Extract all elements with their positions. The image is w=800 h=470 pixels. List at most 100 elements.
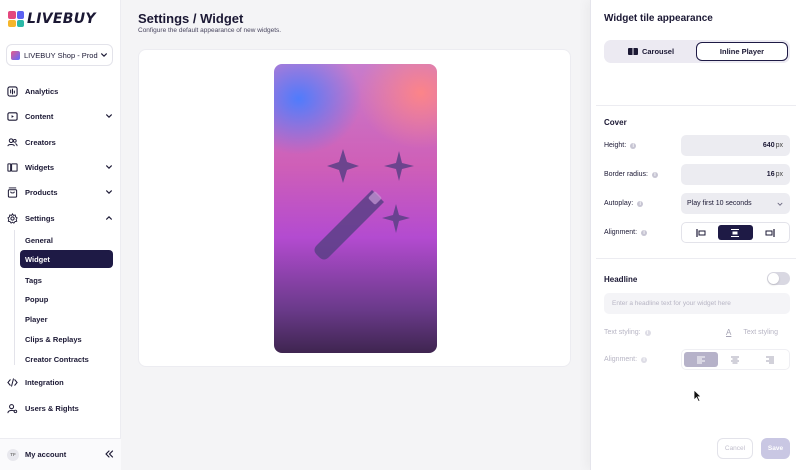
text-color-icon: A — [726, 328, 732, 337]
height-label-text: Height: — [604, 142, 627, 149]
subnav-player[interactable]: Player — [20, 310, 113, 328]
height-value: 640 — [762, 142, 775, 149]
text-styling-control[interactable]: A Text styling — [726, 328, 778, 337]
chevron-up-icon — [105, 214, 113, 222]
border-radius-unit: px — [775, 171, 783, 178]
logo-text: LIVEBUY — [27, 11, 96, 27]
nav-integration-label: Integration — [25, 377, 64, 387]
nav-content[interactable]: Content — [7, 108, 113, 124]
info-icon[interactable]: i — [630, 142, 637, 149]
nav-products-label: Products — [25, 187, 58, 197]
video-icon — [7, 111, 18, 122]
headline-alignment-group — [681, 349, 790, 370]
headline-toggle[interactable] — [767, 272, 790, 285]
info-icon[interactable]: i — [641, 229, 648, 236]
toggle-knob — [768, 273, 779, 284]
height-input[interactable]: 640 px — [681, 135, 790, 156]
nav-settings[interactable]: Settings — [7, 210, 113, 226]
divider — [596, 258, 796, 259]
cover-alignment-label: Alignment: i — [604, 229, 648, 236]
text-align-left-button[interactable] — [684, 352, 719, 367]
tab-carousel[interactable]: Carousel — [606, 42, 696, 61]
chevron-down-icon — [105, 163, 113, 171]
tab-inline-player[interactable]: Inline Player — [696, 42, 788, 61]
info-icon[interactable]: i — [644, 329, 651, 336]
account-label: My account — [25, 450, 67, 459]
chevron-down-icon — [776, 200, 784, 208]
save-button[interactable]: Save — [761, 438, 790, 459]
nav-creators[interactable]: Creators — [7, 134, 113, 150]
text-align-right-icon — [765, 356, 774, 363]
avatar: TF — [7, 448, 19, 461]
nav-widgets[interactable]: Widgets — [7, 159, 113, 175]
nav-settings-label: Settings — [25, 213, 55, 223]
headline-placeholder: Enter a headline text for your widget he… — [612, 300, 731, 307]
page-subtitle: Configure the default appearance of new … — [138, 27, 282, 34]
cover-section-title: Cover — [604, 118, 627, 127]
chevron-down-icon — [100, 51, 108, 59]
page-title: Settings / Widget — [138, 11, 244, 26]
tab-inline-player-label: Inline Player — [719, 47, 765, 56]
layout-tab-switch: Carousel Inline Player — [604, 40, 790, 63]
account-bar[interactable]: TF My account — [0, 438, 121, 470]
border-radius-label-text: Border radius: — [604, 171, 648, 178]
border-radius-label: Border radius: i — [604, 171, 658, 178]
subnav-popup[interactable]: Popup — [20, 290, 113, 308]
border-radius-value: 16 — [766, 171, 775, 178]
align-left-icon — [696, 228, 706, 237]
subnav-creator-contracts[interactable]: Creator Contracts — [20, 350, 113, 368]
mouse-cursor-icon — [693, 389, 702, 402]
text-align-left-icon — [697, 356, 706, 363]
cover-alignment-label-text: Alignment: — [604, 229, 638, 236]
subnav-widget[interactable]: Widget — [20, 250, 113, 268]
autoplay-select[interactable]: Play first 10 seconds — [681, 193, 790, 214]
cancel-button[interactable]: Cancel — [717, 438, 753, 459]
text-styling-label: Text styling: i — [604, 329, 651, 336]
text-align-center-button[interactable] — [718, 352, 752, 367]
align-center-button[interactable] — [718, 225, 753, 240]
subnav-tags[interactable]: Tags — [20, 271, 113, 289]
nav-analytics[interactable]: Analytics — [7, 83, 113, 99]
subnav-general[interactable]: General — [20, 231, 113, 249]
headline-input[interactable]: Enter a headline text for your widget he… — [604, 293, 790, 314]
text-styling-label-text: Text styling: — [604, 329, 641, 336]
align-center-icon — [731, 228, 740, 237]
align-right-button[interactable] — [753, 225, 787, 240]
nav-widgets-label: Widgets — [25, 162, 55, 172]
nav-users-rights-label: Users & Rights — [25, 403, 79, 413]
users-icon — [7, 137, 18, 148]
height-label: Height: i — [604, 142, 637, 149]
subnav-clips-replays[interactable]: Clips & Replays — [20, 330, 113, 348]
height-unit: px — [775, 142, 783, 149]
text-styling-value: Text styling — [743, 329, 778, 336]
collapse-sidebar-icon[interactable] — [104, 449, 114, 461]
border-radius-input[interactable]: 16 px — [681, 164, 790, 185]
nav-analytics-label: Analytics — [25, 86, 59, 96]
info-icon[interactable]: i — [641, 356, 648, 363]
submenu-guide-line — [14, 230, 15, 365]
code-icon — [7, 377, 18, 388]
nav-users-rights[interactable]: Users & Rights — [7, 400, 113, 416]
info-icon[interactable]: i — [651, 171, 658, 178]
divider — [596, 105, 796, 106]
nav-content-label: Content — [25, 111, 54, 121]
logo-mark-icon — [8, 11, 24, 27]
analytics-icon — [7, 85, 18, 97]
brand-logo[interactable]: LIVEBUY — [8, 10, 96, 28]
user-settings-icon — [7, 403, 18, 414]
info-icon[interactable]: i — [637, 200, 644, 207]
headline-alignment-label: Alignment: i — [604, 356, 648, 363]
nav-products[interactable]: Products — [7, 184, 113, 200]
headline-section-title: Headline — [604, 275, 638, 284]
nav-integration[interactable]: Integration — [7, 374, 113, 390]
shop-selector[interactable]: LIVEBUY Shop - Prod — [6, 44, 113, 66]
text-align-right-button[interactable] — [753, 352, 787, 367]
widget-tile-preview — [274, 64, 437, 353]
tab-carousel-label: Carousel — [641, 47, 675, 56]
chevron-down-icon — [105, 112, 113, 120]
carousel-icon — [627, 48, 638, 55]
shop-name: LIVEBUY Shop - Prod — [24, 50, 98, 60]
panel-title: Widget tile appearance — [604, 13, 713, 24]
nav-creators-label: Creators — [25, 137, 56, 147]
align-left-button[interactable] — [684, 225, 718, 240]
